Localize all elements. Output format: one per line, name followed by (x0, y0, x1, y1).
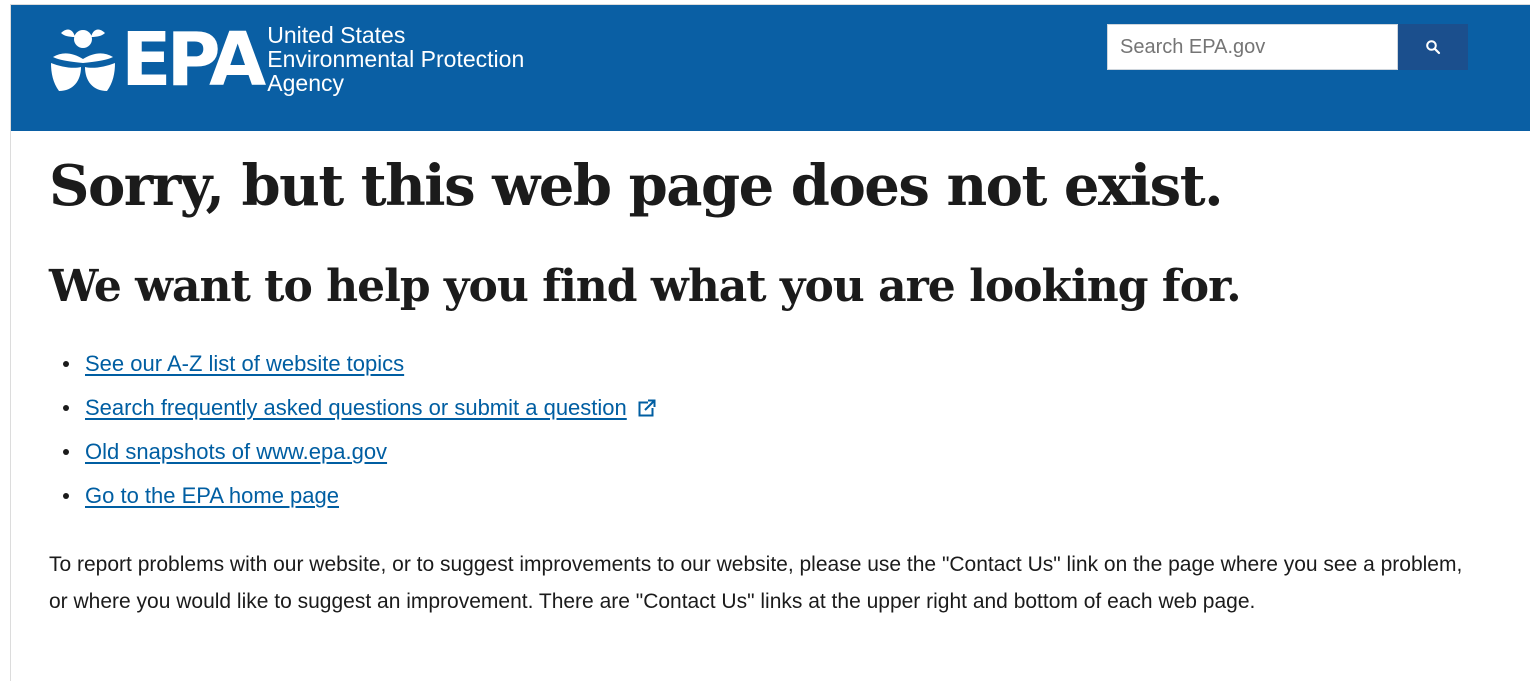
agency-name-line-2: Environmental Protection (267, 46, 525, 72)
agency-name-line-3: Agency (267, 70, 344, 96)
faq-link[interactable]: Search frequently asked questions or sub… (85, 395, 627, 421)
help-links-list: See our A-Z list of website topics Searc… (63, 342, 1489, 518)
agency-name-line-1: United States (267, 22, 406, 48)
bullet (63, 361, 69, 367)
page: EPA United States Environmental Protecti… (10, 4, 1530, 681)
bullet (63, 449, 69, 455)
epa-logo[interactable]: EPA United States Environmental Protecti… (47, 21, 524, 97)
list-item: Search frequently asked questions or sub… (63, 386, 1489, 430)
list-item: Old snapshots of www.epa.gov (63, 430, 1489, 474)
page-subtitle: We want to help you find what you are lo… (49, 261, 1242, 312)
agency-name: United States Environmental Protection A… (267, 23, 524, 95)
epa-flower-logo-icon (51, 29, 115, 91)
search-input[interactable] (1107, 24, 1398, 70)
page-title: Sorry, but this web page does not exist. (49, 153, 1224, 219)
az-topics-link[interactable]: See our A-Z list of website topics (85, 351, 404, 377)
list-item: Go to the EPA home page (63, 474, 1489, 518)
external-link-icon (638, 399, 657, 417)
report-problems-text: To report problems with our website, or … (49, 553, 1463, 613)
main-content: Sorry, but this web page does not exist.… (49, 150, 1489, 620)
bullet (63, 405, 69, 411)
bullet (63, 493, 69, 499)
logo-abbreviation: EPA (121, 17, 266, 103)
search-icon (1426, 40, 1441, 55)
epa-home-link[interactable]: Go to the EPA home page (85, 483, 339, 509)
search-button[interactable] (1398, 24, 1468, 70)
old-snapshots-link[interactable]: Old snapshots of www.epa.gov (85, 439, 387, 465)
list-item: See our A-Z list of website topics (63, 342, 1489, 386)
site-header: EPA United States Environmental Protecti… (11, 5, 1530, 131)
site-search (1107, 24, 1468, 70)
